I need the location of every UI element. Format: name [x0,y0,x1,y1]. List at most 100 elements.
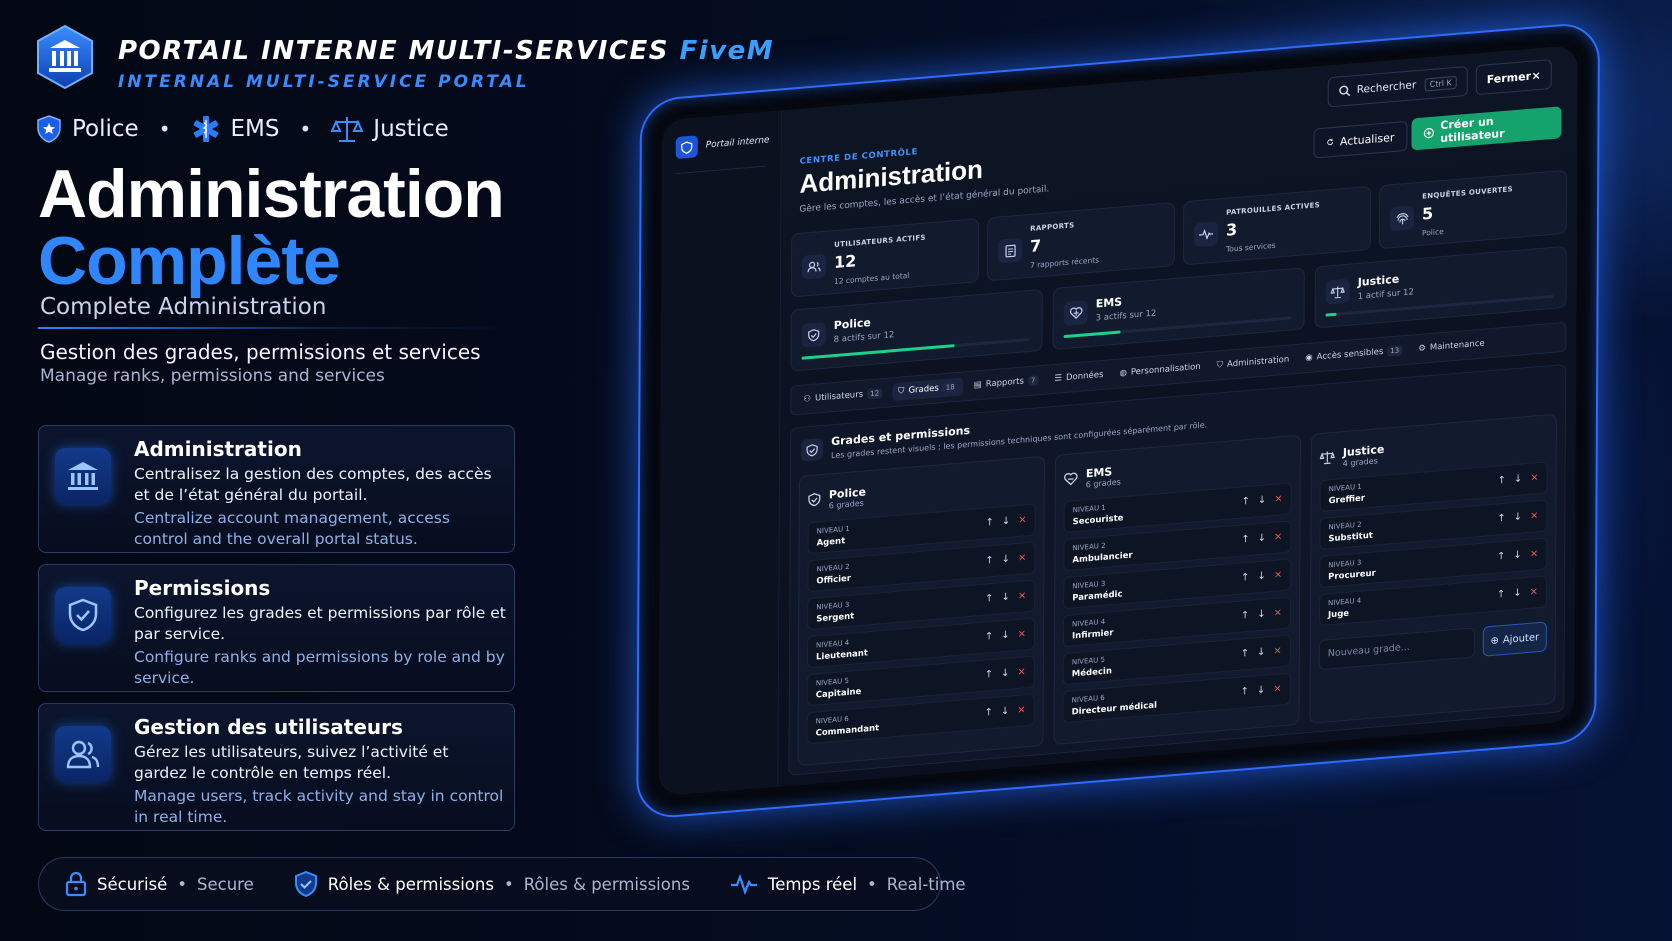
tab-data[interactable]: ☰ Données [1048,365,1109,388]
arrow-up-icon[interactable]: ↑ [984,707,992,719]
tab-grades[interactable]: ⛉ Grades 18 [892,377,964,402]
rank-level: NIVEAU 3 [1072,579,1106,591]
delete-icon[interactable]: × [1017,704,1025,716]
arrow-up-icon[interactable]: ↑ [1241,610,1249,622]
keyboard-shortcut: Ctrl K [1424,75,1457,91]
rank-actions: ↑ ↓ × [985,666,1026,680]
search-button[interactable]: Rechercher Ctrl K [1327,65,1468,108]
sliders-icon: ⚙ [1418,343,1426,354]
delete-icon[interactable]: × [1274,493,1282,505]
feature-description: Gérez les utilisateurs, suivez l’activit… [134,743,449,782]
delete-icon[interactable]: × [1530,472,1538,484]
feature-description: Centralisez la gestion des comptes, des … [134,465,492,504]
rank-actions: ↑ ↓ × [1241,531,1282,545]
tab-reports[interactable]: ▤ Rapports 7 [968,371,1045,395]
arrow-down-icon[interactable]: ↓ [1001,592,1009,604]
divider [38,327,508,329]
portal-subtitle: INTERNAL MULTI-SERVICE PORTAL [118,72,530,92]
delete-icon[interactable]: × [1018,514,1026,526]
shield-icon [801,321,826,348]
arrow-down-icon[interactable]: ↓ [1002,554,1010,566]
refresh-button[interactable]: Actualiser [1313,120,1408,159]
arrow-down-icon[interactable]: ↓ [1514,473,1522,485]
arrow-down-icon[interactable]: ↓ [1257,647,1265,659]
delete-icon[interactable]: × [1273,683,1281,695]
delete-icon[interactable]: × [1530,510,1538,522]
users-icon [801,253,827,280]
delete-icon[interactable]: × [1018,552,1026,564]
delete-icon[interactable]: × [1273,645,1281,657]
tab-maintenance[interactable]: ⚙ Maintenance [1412,334,1490,358]
rank-level: NIVEAU 1 [1072,503,1106,515]
new-grade-input[interactable]: Nouveau grade... [1318,627,1475,671]
close-button[interactable]: Fermer × [1475,59,1552,96]
create-user-button[interactable]: Créer un utilisateur [1411,106,1562,151]
feature-title: Gestion des utilisateurs [134,715,403,739]
arrow-down-icon[interactable]: ↓ [1258,533,1266,545]
arrow-up-icon[interactable]: ↑ [1241,648,1249,660]
arrow-up-icon[interactable]: ↑ [985,517,993,529]
shield-icon: ⛉ [898,386,905,397]
service-card-ems[interactable]: EMS 3 actifs sur 12 [1052,267,1305,351]
arrow-up-icon[interactable]: ↑ [1241,572,1249,584]
justice-scale-icon [1319,448,1336,468]
rank-name: Substitut [1328,530,1373,545]
arrow-up-icon[interactable]: ↑ [1497,513,1505,525]
sidebar-brand[interactable]: Portail interne [675,129,770,160]
stat-reports[interactable]: RAPPORTS 7 7 rapports récents [986,201,1176,282]
rank-name: Médecin [1071,666,1112,680]
plus-circle-icon [1423,128,1434,139]
arrow-down-icon[interactable]: ↓ [1257,685,1265,697]
arrow-down-icon[interactable]: ↓ [1001,706,1009,718]
arrow-down-icon[interactable]: ↓ [1257,571,1265,583]
app-window: Portail interne Rechercher Ctrl K Fermer… [658,44,1578,797]
rank-level: NIVEAU 5 [1071,655,1105,667]
arrow-down-icon[interactable]: ↓ [1513,549,1521,561]
service-police: Police [36,115,139,143]
add-grade-button[interactable]: ⊕ Ajouter [1482,621,1547,657]
arrow-up-icon[interactable]: ↑ [985,593,993,605]
tab-administration[interactable]: ⛉ Administration [1211,350,1296,375]
service-card-justice[interactable]: Justice 1 actif sur 12 [1314,245,1567,329]
stat-active-patrols[interactable]: PATROUILLES ACTIVES 3 Tous services [1182,185,1372,266]
arrow-up-icon[interactable]: ↑ [985,669,993,681]
tab-users[interactable]: ⚇ Utilisateurs 12 [797,384,888,409]
progress-fill [1325,312,1337,317]
arrow-down-icon[interactable]: ↓ [1002,516,1010,528]
delete-icon[interactable]: × [1274,569,1282,581]
arrow-down-icon[interactable]: ↓ [1001,668,1009,680]
service-card-police[interactable]: Police 8 actifs sur 12 [790,288,1043,372]
arrow-up-icon[interactable]: ↑ [1497,589,1505,601]
feature-description-en: Manage users, track activity and stay in… [134,787,504,826]
stat-active-users[interactable]: UTILISATEURS ACTIFS 12 12 comptes au tot… [790,218,980,298]
arrow-down-icon[interactable]: ↓ [1258,494,1266,506]
delete-icon[interactable]: × [1018,590,1026,602]
justice-scale-icon [1325,278,1350,305]
users-icon [55,726,111,782]
arrow-up-icon[interactable]: ↑ [1240,686,1248,698]
arrow-up-icon[interactable]: ↑ [1497,551,1505,563]
shield-check-icon [55,587,111,643]
arrow-down-icon[interactable]: ↓ [1513,587,1521,599]
add-grade-row: Nouveau grade... ⊕ Ajouter [1318,621,1547,671]
footer-realtime: Temps réel • Real-time [730,873,966,895]
delete-icon[interactable]: × [1018,628,1026,640]
arrow-down-icon[interactable]: ↓ [1001,630,1009,642]
arrow-up-icon[interactable]: ↑ [1241,496,1249,508]
delete-icon[interactable]: × [1274,531,1282,543]
tab-sensitive-access[interactable]: ◉ Accès sensibles 13 [1299,341,1408,368]
delete-icon[interactable]: × [1274,607,1282,619]
delete-icon[interactable]: × [1530,586,1538,598]
arrow-up-icon[interactable]: ↑ [985,631,993,643]
arrow-up-icon[interactable]: ↑ [1241,534,1249,546]
tab-customization[interactable]: ◍ Personnalisation [1113,357,1206,383]
arrow-down-icon[interactable]: ↓ [1514,511,1522,523]
grade-column-justice: Justice 4 grades NIVEAU 1 Greffier ↑ ↓ × NIVEAU… [1309,413,1557,724]
arrow-up-icon[interactable]: ↑ [1497,475,1505,487]
arrow-up-icon[interactable]: ↑ [985,555,993,567]
arrow-down-icon[interactable]: ↓ [1257,609,1265,621]
stat-open-investigations[interactable]: ENQUÊTES OUVERTES 5 Police [1378,169,1568,250]
delete-icon[interactable]: × [1530,548,1538,560]
rank-actions: ↑ ↓ × [1497,586,1538,600]
delete-icon[interactable]: × [1017,666,1025,678]
